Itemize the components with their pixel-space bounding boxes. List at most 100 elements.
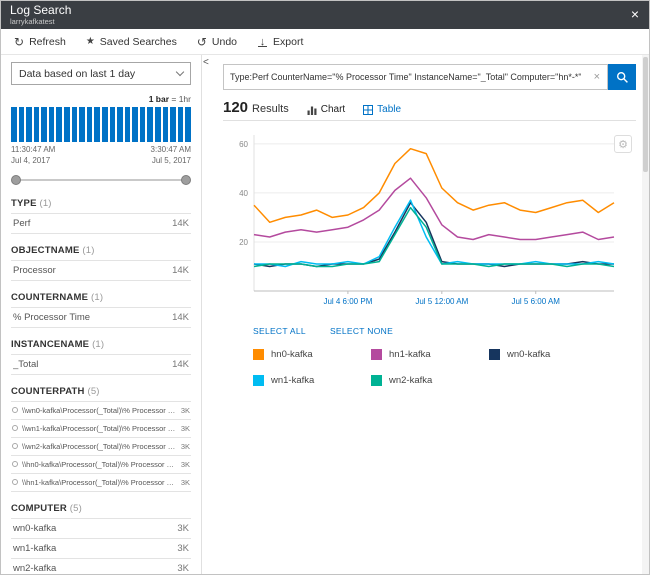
facet-item-row[interactable]: \\wn1-kafka\Processor(_Total)\% Processo… [11, 419, 191, 438]
facet-item-label: \\wn0-kafka\Processor(_Total)\% Processo… [22, 405, 176, 415]
toolbar: ↻ Refresh ★ Saved Searches ↺ Undo ↓ Expo… [1, 29, 649, 55]
facet-item-label: wn0-kafka [13, 522, 57, 534]
slider-handle-right[interactable] [181, 174, 191, 185]
legend-select-links: SELECT ALL SELECT NONE [253, 326, 636, 336]
slider-handle-left[interactable] [11, 174, 21, 185]
facet-item-count: 3K [180, 477, 190, 487]
header-text: Log Search larrykafkatest [10, 4, 71, 27]
legend-item-wn2-kafka[interactable]: wn2-kafka [371, 375, 489, 386]
time-range-end: 3:30:47 AM Jul 5, 2017 [150, 145, 191, 165]
series-line-wn2-kafka[interactable] [253, 206, 615, 268]
select-all-link[interactable]: SELECT ALL [253, 326, 306, 336]
legend-item-wn1-kafka[interactable]: wn1-kafka [253, 375, 371, 386]
chart-container: 20 40 60 Jul 4 6:00 PM Jul 5 12:00 AM Jul 5 6… [228, 125, 636, 320]
x-tick-label: Jul 5 12:00 AM [415, 297, 468, 306]
results-header: 120 Results Chart Table [223, 100, 636, 121]
facet-type: TYPE (1) Perf 14K [11, 198, 191, 234]
tab-table[interactable]: Table [363, 104, 401, 115]
x-tick-label: Jul 4 6:00 PM [323, 297, 372, 306]
histogram-unit-label: 1 bar = 1hr [148, 94, 191, 104]
legend-item-hn0-kafka[interactable]: hn0-kafka [253, 349, 371, 360]
collapse-sidebar-icon[interactable]: < [203, 57, 209, 68]
facet-title: TYPE (1) [11, 197, 52, 209]
facet-item-row[interactable]: \\hn0-kafka\Processor(_Total)\% Processo… [11, 455, 191, 474]
legend-item-hn1-kafka[interactable]: hn1-kafka [371, 349, 489, 360]
facet-title: COMPUTER (5) [11, 502, 83, 514]
facet-item-row[interactable]: wn2-kafka 3K [11, 558, 191, 574]
checkbox-icon[interactable] [12, 479, 18, 486]
facet-item-row[interactable]: Perf 14K [11, 213, 191, 234]
close-icon[interactable]: × [631, 7, 639, 21]
histogram-bar [101, 107, 108, 142]
scrollbar-thumb[interactable] [643, 57, 648, 172]
histogram-bar [18, 107, 25, 142]
facet-item-row[interactable]: \\wn0-kafka\Processor(_Total)\% Processo… [11, 401, 191, 420]
facet-item-label: _Total [13, 358, 39, 370]
export-button[interactable]: ↓ Export [247, 29, 313, 54]
facet-item-label: \\hn0-kafka\Processor(_Total)\% Processo… [22, 459, 176, 469]
saved-searches-label: Saved Searches [99, 35, 177, 48]
filter-sidebar: Data based on last 1 day 1 bar = 1hr 11:… [1, 55, 202, 574]
tab-chart[interactable]: Chart [307, 104, 345, 115]
time-scope-dropdown[interactable]: Data based on last 1 day [11, 62, 191, 85]
histogram-bar [139, 107, 146, 142]
histogram-bar [48, 107, 55, 142]
facet-item-row[interactable]: wn0-kafka 3K [11, 518, 191, 539]
histogram-bar [154, 107, 161, 142]
facet-item-count: 3K [177, 522, 189, 534]
refresh-icon: ↻ [14, 34, 25, 49]
x-tick-label: Jul 5 6:00 AM [511, 297, 560, 306]
star-icon: ★ [85, 36, 95, 47]
legend-label: wn2-kafka [389, 375, 433, 386]
histogram-bar [124, 107, 131, 142]
facet-item-row[interactable]: \\hn1-kafka\Processor(_Total)\% Processo… [11, 473, 191, 492]
results-count: 120 [223, 99, 249, 116]
refresh-button[interactable]: ↻ Refresh [4, 29, 76, 54]
export-label: Export [273, 35, 304, 48]
workspace-name: larrykafkatest [10, 17, 55, 26]
facet-title: INSTANCENAME (1) [11, 338, 105, 350]
facet-item-label: wn1-kafka [13, 542, 57, 554]
line-chart[interactable]: 20 40 60 Jul 4 6:00 PM Jul 5 12:00 AM Jul 5 6… [228, 125, 628, 315]
checkbox-icon[interactable] [12, 443, 18, 450]
facet-item-count: 3K [180, 405, 190, 415]
histogram-bar [56, 107, 63, 142]
vertical-scrollbar[interactable] [642, 55, 649, 574]
checkbox-icon[interactable] [12, 407, 18, 414]
saved-searches-button[interactable]: ★ Saved Searches [76, 29, 187, 54]
checkbox-icon[interactable] [12, 425, 18, 432]
histogram-bar [170, 107, 176, 142]
facet-item-label: % Processor Time [13, 311, 91, 323]
facet-items: Processor 14K [11, 259, 191, 281]
slider-track [15, 178, 187, 181]
search-button[interactable] [608, 64, 636, 90]
facet-instancename: INSTANCENAME (1) _Total 14K [11, 339, 191, 375]
histogram-bar [64, 107, 70, 142]
time-range-slider[interactable] [11, 173, 191, 187]
checkbox-icon[interactable] [12, 461, 18, 468]
facet-item-label: Processor [13, 264, 56, 276]
facet-item-row[interactable]: wn1-kafka 3K [11, 538, 191, 559]
histogram-bar [41, 107, 47, 142]
facet-title: COUNTERPATH (5) [11, 385, 100, 397]
chart-settings-gear-icon[interactable]: ⚙ [614, 135, 632, 153]
histogram-bar [86, 107, 93, 142]
histogram-bar [132, 107, 138, 142]
legend-label: hn1-kafka [389, 349, 431, 360]
select-none-link[interactable]: SELECT NONE [330, 326, 393, 336]
y-tick-label: 60 [239, 140, 248, 149]
search-input[interactable] [224, 72, 587, 82]
table-grid-icon [363, 104, 374, 115]
facet-item-row[interactable]: _Total 14K [11, 354, 191, 375]
legend-item-wn0-kafka[interactable]: wn0-kafka [489, 349, 607, 360]
series-line-hn1-kafka[interactable] [253, 177, 615, 241]
clear-search-icon[interactable]: × [587, 71, 607, 83]
legend-label: hn0-kafka [271, 349, 313, 360]
legend-swatch [371, 375, 382, 386]
undo-button[interactable]: ↺ Undo [187, 29, 247, 54]
time-histogram[interactable] [11, 107, 191, 142]
facet-item-row[interactable]: % Processor Time 14K [11, 307, 191, 328]
facet-item-row[interactable]: Processor 14K [11, 260, 191, 281]
chart-legend: hn0-kafka hn1-kafka wn0-kafka wn1-kafka wn2-… [253, 349, 636, 386]
facet-item-row[interactable]: \\wn2-kafka\Processor(_Total)\% Processo… [11, 437, 191, 456]
